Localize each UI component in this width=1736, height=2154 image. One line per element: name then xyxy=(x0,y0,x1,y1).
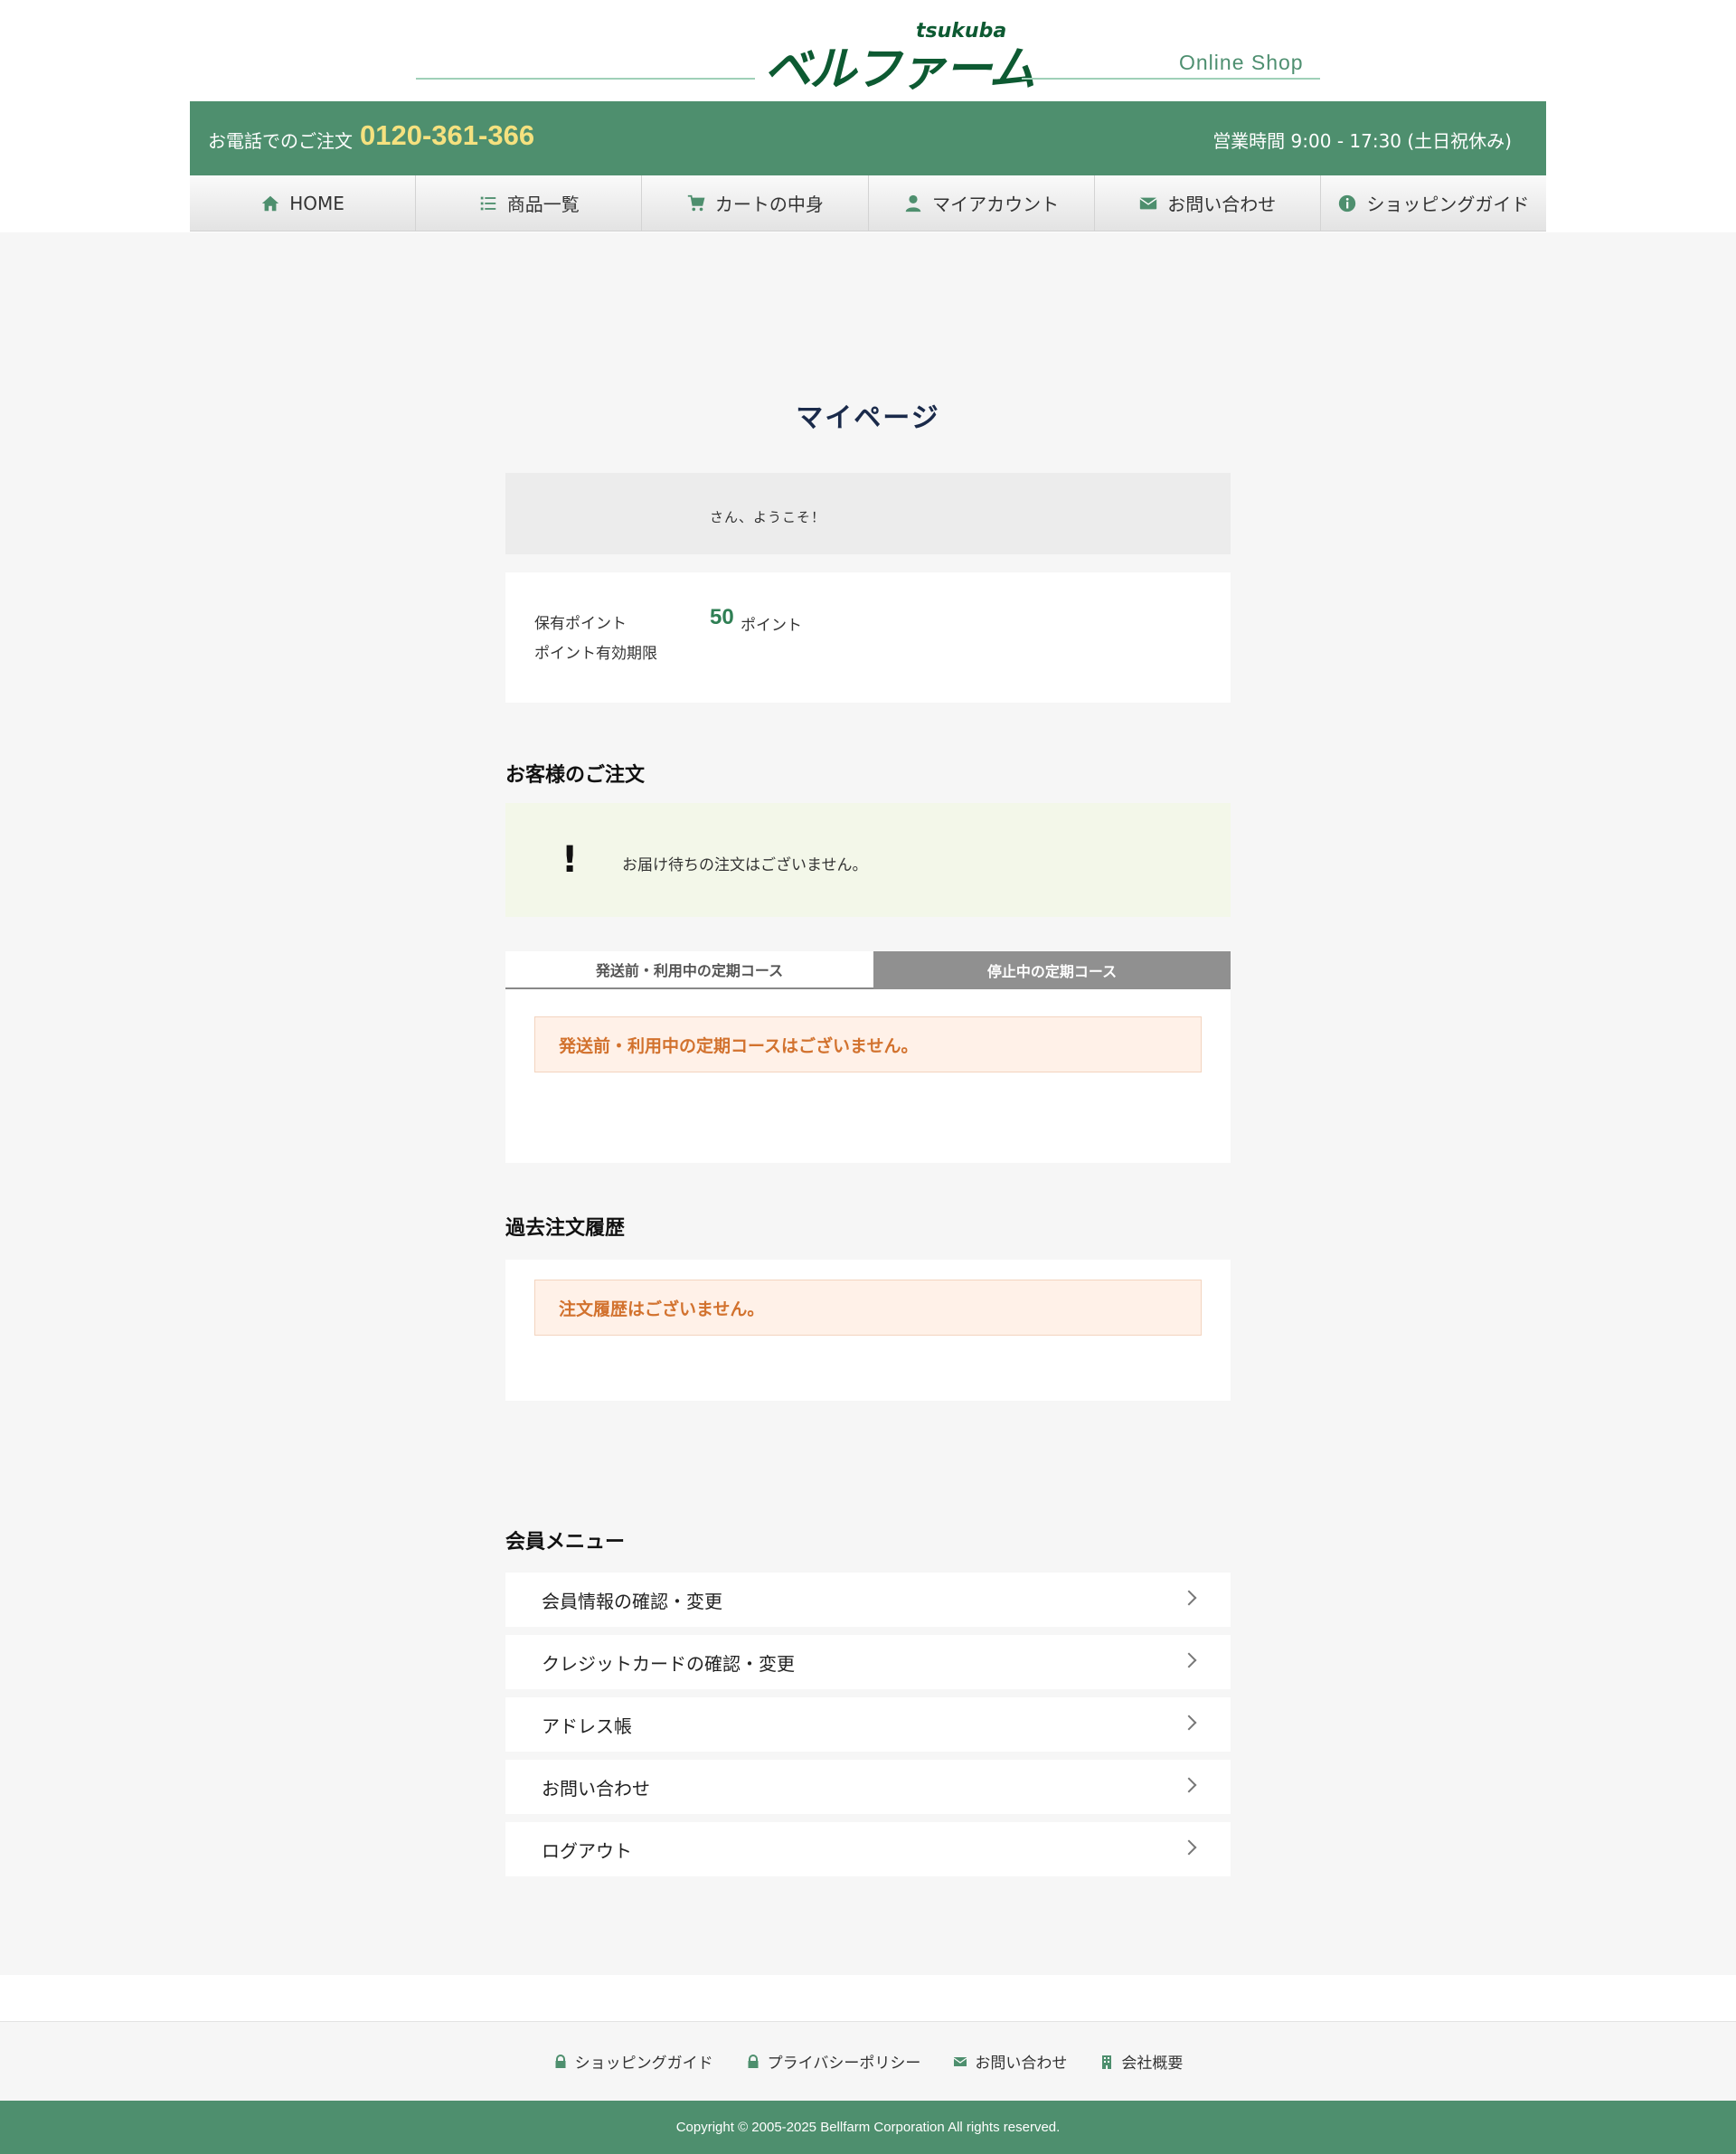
main-content: マイページ さん、ようこそ！ 保有ポイント 50 ポイント ポイント有効期限 お… xyxy=(0,232,1736,1975)
menu-item-contact[interactable]: お問い合わせ xyxy=(505,1760,1231,1814)
menu-item-logout[interactable]: ログアウト xyxy=(505,1822,1231,1876)
footer-link-guide[interactable]: ショッピングガイド xyxy=(553,2050,713,2073)
chevron-right-icon xyxy=(1181,1839,1197,1856)
site-header: ベルファーム tsukuba Online Shop xyxy=(0,0,1736,101)
online-shop-label: Online Shop xyxy=(1179,51,1304,74)
copyright-bar: Copyright © 2005-2025 Bellfarm Corporati… xyxy=(0,2101,1736,2154)
info-icon xyxy=(1339,194,1356,212)
points-unit: ポイント xyxy=(741,617,802,635)
tab-active-subscriptions[interactable]: 発送前・利用中の定期コース xyxy=(505,951,873,989)
nav-item-label: ショッピングガイド xyxy=(1366,194,1530,215)
footer-link-label: 会社概要 xyxy=(1121,2055,1184,2073)
menu-item-label: アドレス帳 xyxy=(542,1715,632,1737)
footer-link-label: プライバシーポリシー xyxy=(767,2055,921,2073)
orders-section-title: お客様のご注文 xyxy=(505,764,646,787)
footer-link-label: ショッピングガイド xyxy=(574,2055,713,2073)
nav-item-label: HOME xyxy=(289,192,344,214)
business-hours: 営業時間 9:00 - 17:30 (土日祝休み) xyxy=(1212,130,1512,152)
logo-divider-left xyxy=(416,78,755,80)
list-icon xyxy=(480,196,495,210)
menu-item-label: 会員情報の確認・変更 xyxy=(542,1590,722,1612)
orders-notice: ! お届け待ちの注文はございません。 xyxy=(505,803,1231,917)
chevron-right-icon xyxy=(1181,1777,1197,1793)
phone-bar: お電話でのご注文 0120-361-366 営業時間 9:00 - 17:30 … xyxy=(190,101,1546,175)
building-icon xyxy=(1102,2055,1112,2069)
nav-item-guide[interactable]: ショッピングガイド xyxy=(1321,175,1546,231)
points-label: 保有ポイント xyxy=(534,615,627,633)
nav-item-label: お問い合わせ xyxy=(1167,194,1277,215)
points-expire-label: ポイント有効期限 xyxy=(534,645,657,663)
lock-icon xyxy=(748,2054,759,2068)
home-icon xyxy=(262,195,279,211)
welcome-box: さん、ようこそ！ xyxy=(505,473,1231,554)
nav-item-label: カートの中身 xyxy=(714,194,824,215)
user-icon xyxy=(905,194,921,212)
member-menu-title: 会員メニュー xyxy=(505,1531,626,1554)
footer-link-label: お問い合わせ xyxy=(975,2055,1068,2073)
nav-item-contact[interactable]: お問い合わせ xyxy=(1095,175,1321,231)
nav-item-label: 商品一覧 xyxy=(506,194,580,215)
chevron-right-icon xyxy=(1181,1590,1197,1606)
nav-item-cart[interactable]: カートの中身 xyxy=(642,175,869,231)
subscription-panel: 発送前・利用中の定期コースはございません。 xyxy=(505,989,1231,1163)
site-logo[interactable]: ベルファーム tsukuba xyxy=(764,20,1035,97)
menu-item-member-info[interactable]: 会員情報の確認・変更 xyxy=(505,1573,1231,1627)
nav-item-home[interactable]: HOME xyxy=(190,175,417,231)
chevron-right-icon xyxy=(1181,1652,1197,1668)
cart-icon xyxy=(687,194,705,211)
logo-divider-right xyxy=(1022,78,1320,80)
logo-subtext: tsukuba xyxy=(916,20,1007,43)
exclamation-icon: ! xyxy=(561,839,579,881)
welcome-text: さん、ようこそ！ xyxy=(710,509,826,525)
menu-item-address-book[interactable]: アドレス帳 xyxy=(505,1697,1231,1752)
mail-icon xyxy=(1139,197,1157,209)
points-box: 保有ポイント 50 ポイント ポイント有効期限 xyxy=(505,572,1231,703)
points-value: 50 xyxy=(710,605,734,629)
tab-stopped-subscriptions[interactable]: 停止中の定期コース xyxy=(873,951,1231,989)
subscription-empty-alert: 発送前・利用中の定期コースはございません。 xyxy=(534,1016,1202,1072)
subscription-tabs: 発送前・利用中の定期コース 停止中の定期コース xyxy=(505,951,1231,989)
nav-item-account[interactable]: マイアカウント xyxy=(869,175,1095,231)
menu-item-label: クレジットカードの確認・変更 xyxy=(542,1652,795,1675)
menu-item-credit-card[interactable]: クレジットカードの確認・変更 xyxy=(505,1635,1231,1689)
orders-notice-text: お届け待ちの注文はございません。 xyxy=(622,856,868,874)
footer-link-contact[interactable]: お問い合わせ xyxy=(953,2050,1067,2073)
page-title: マイページ xyxy=(796,402,940,434)
nav-item-products[interactable]: 商品一覧 xyxy=(416,175,643,231)
member-menu-list: 会員情報の確認・変更 クレジットカードの確認・変更 アドレス帳 お問い合わせ ロ… xyxy=(505,1573,1231,1885)
phone-order-label: お電話でのご注文 xyxy=(208,130,353,152)
chevron-right-icon xyxy=(1181,1715,1197,1731)
lock-icon xyxy=(555,2054,566,2068)
menu-item-label: お問い合わせ xyxy=(542,1777,650,1800)
nav-item-label: マイアカウント xyxy=(932,194,1060,215)
main-nav: HOME 商品一覧 カートの中身 マイアカウント お問い合わせ ショッピングガイ… xyxy=(190,175,1546,231)
history-empty-alert: 注文履歴はございません。 xyxy=(534,1280,1202,1336)
history-section-title: 過去注文履歴 xyxy=(505,1217,626,1240)
menu-item-label: ログアウト xyxy=(542,1839,632,1862)
copyright-text: Copyright © 2005-2025 Bellfarm Corporati… xyxy=(675,2120,1061,2135)
phone-number[interactable]: 0120-361-366 xyxy=(360,119,534,152)
footer-link-privacy[interactable]: プライバシーポリシー xyxy=(746,2050,921,2073)
footer-link-company[interactable]: 会社概要 xyxy=(1099,2050,1183,2073)
history-panel: 注文履歴はございません。 xyxy=(505,1260,1231,1401)
footer-links: ショッピングガイド プライバシーポリシー お問い合わせ 会社概要 xyxy=(0,2021,1736,2101)
mail-icon xyxy=(953,2056,967,2066)
